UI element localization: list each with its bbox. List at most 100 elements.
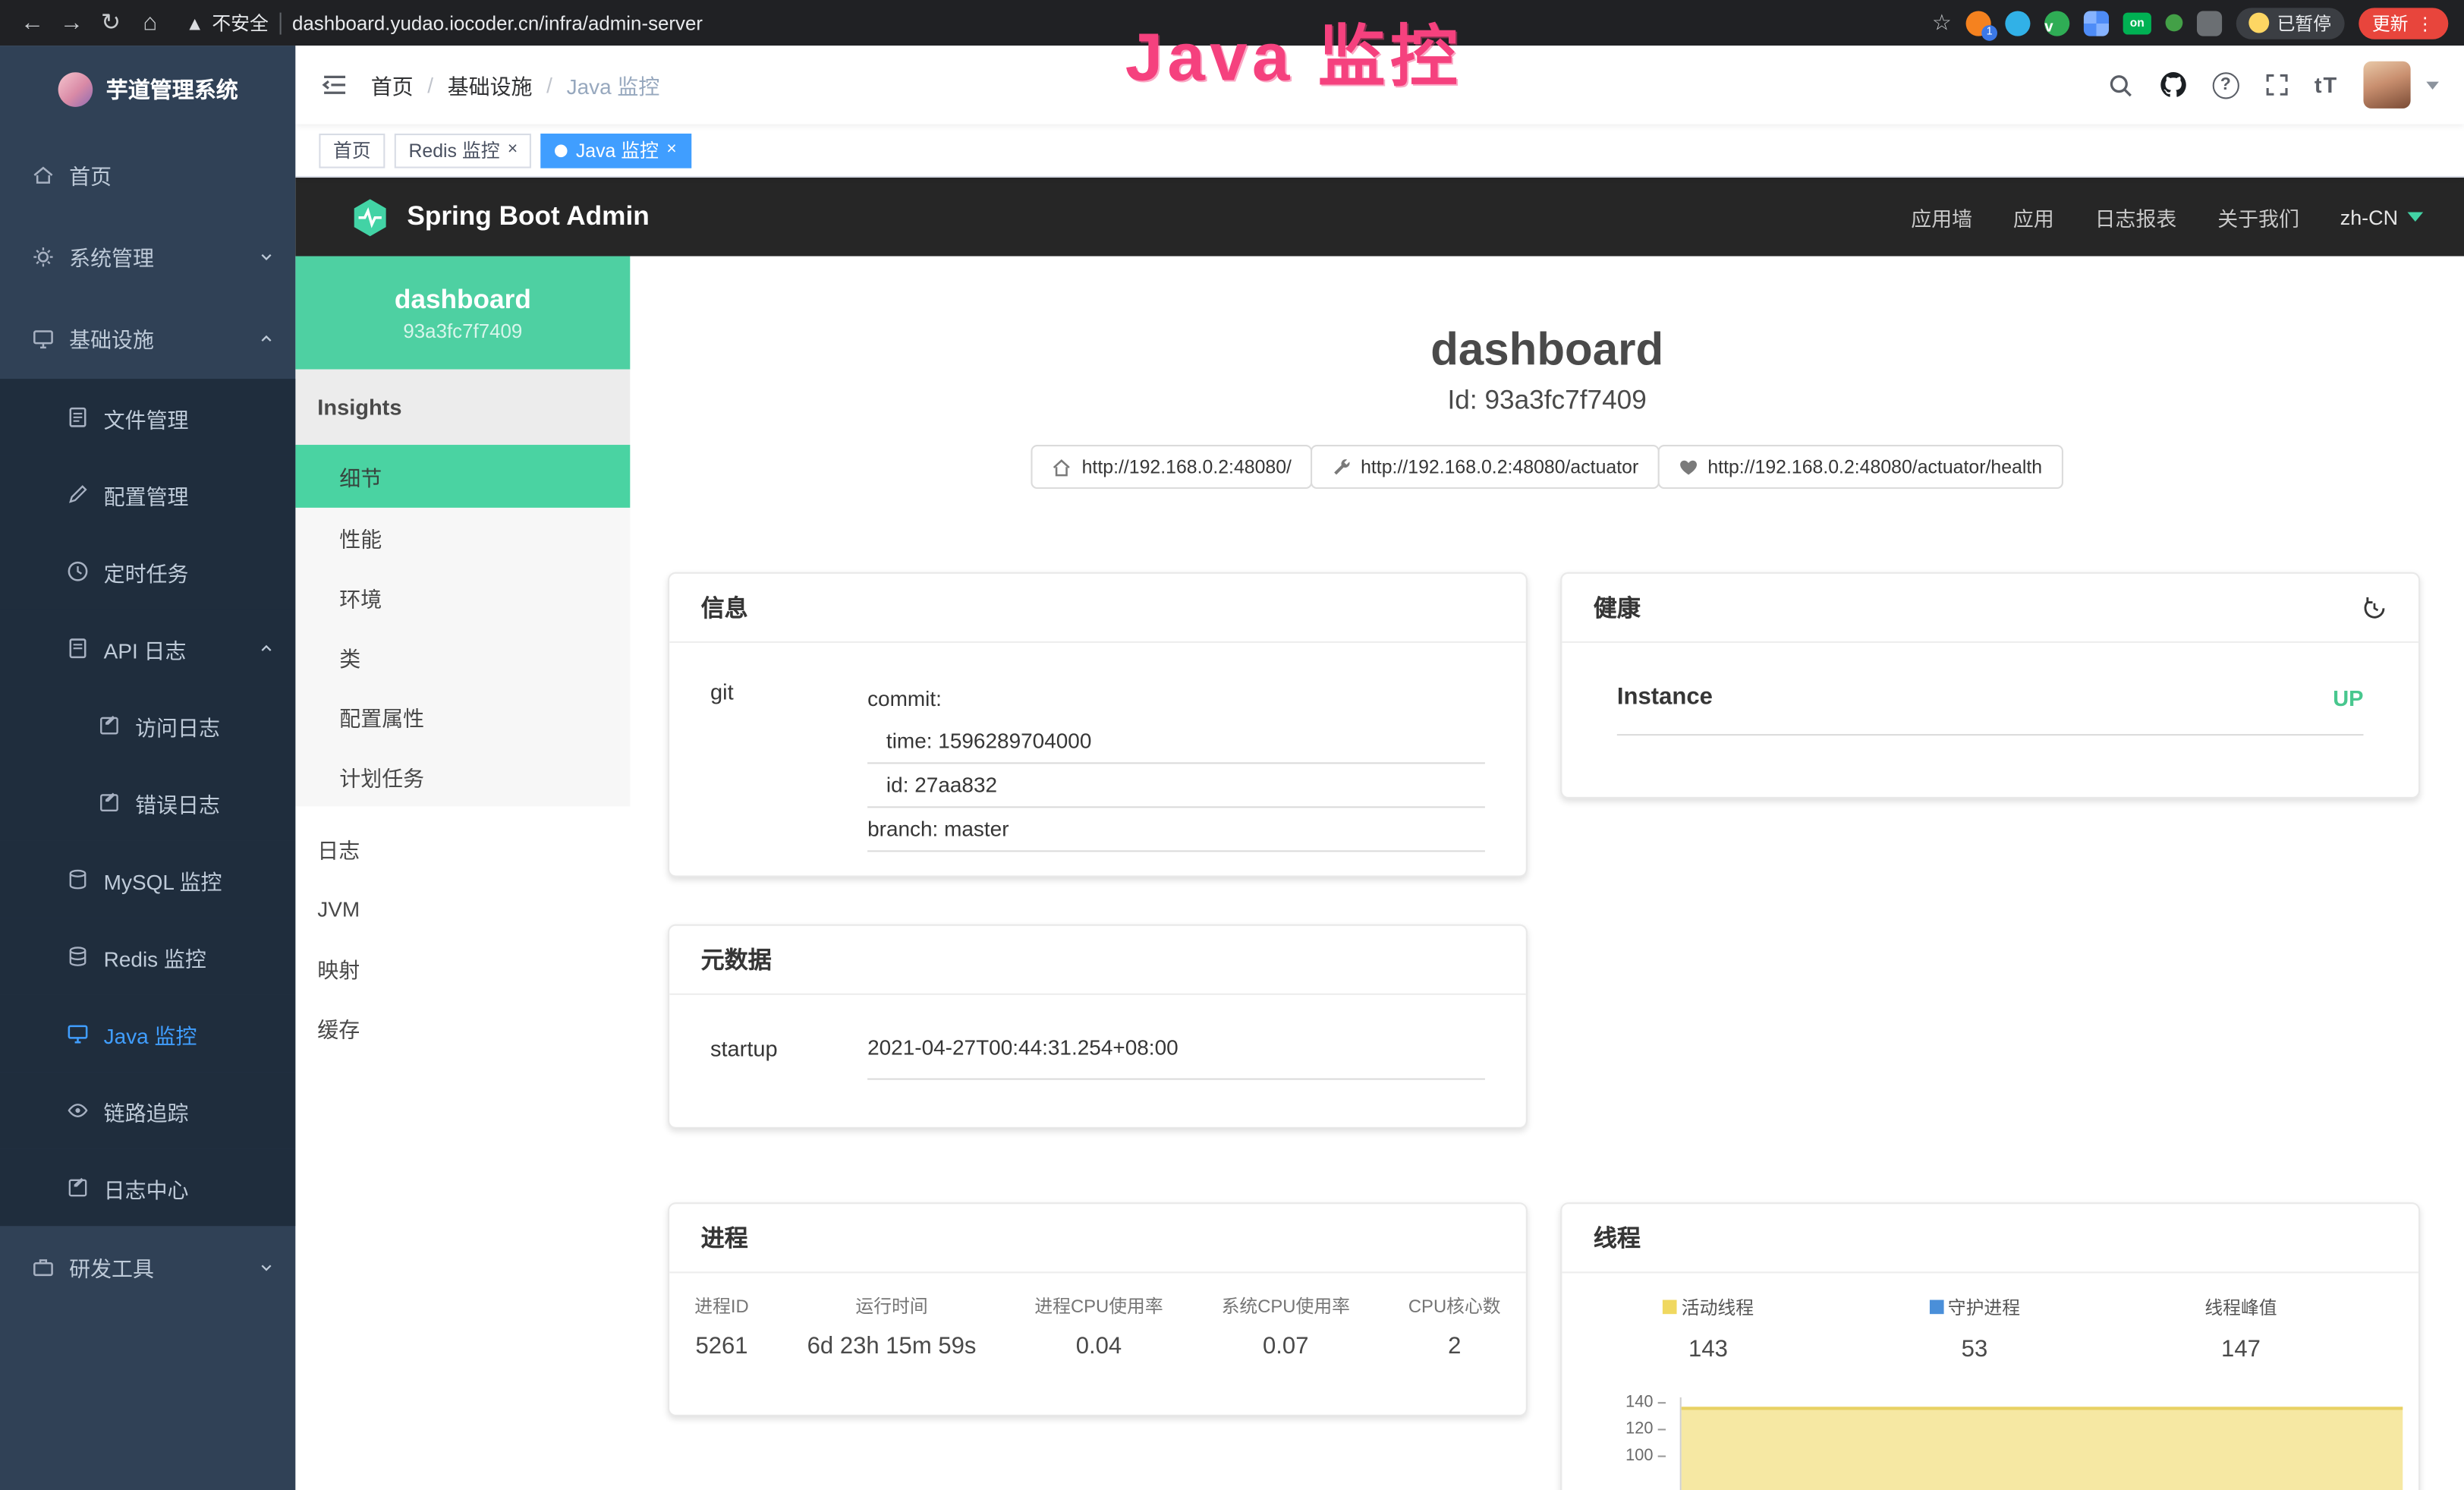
threads-chart: 140 120 100 <box>1562 1390 2418 1490</box>
sba-nav: 应用墙 应用 日志报表 关于我们 zh-CN <box>1911 202 2423 232</box>
back-icon[interactable]: ← <box>16 0 49 46</box>
app-logo[interactable]: 芋道管理系统 <box>0 46 295 134</box>
sba-item-logs[interactable]: 日志 <box>295 819 630 879</box>
sidebar-item-access-logs[interactable]: 访问日志 <box>0 687 295 764</box>
health-card-body: Instance UP <box>1562 643 2418 736</box>
sidebar-item-tracing[interactable]: 链路追踪 <box>0 1072 295 1148</box>
extension-leaf-icon[interactable] <box>2166 14 2183 32</box>
process-label: CPU核心数 <box>1408 1293 1501 1318</box>
url-text[interactable]: dashboard.yudao.iocoder.cn/infra/admin-s… <box>292 12 703 34</box>
reload-icon[interactable]: ↻ <box>94 0 127 46</box>
sidebar-item-api-logs[interactable]: API 日志 <box>0 610 295 686</box>
process-value: 5261 <box>694 1333 748 1359</box>
help-icon[interactable]: ? <box>2212 71 2239 98</box>
fullscreen-icon[interactable] <box>2264 72 2289 97</box>
search-icon[interactable] <box>2107 71 2133 98</box>
main-area: 首页 / 基础设施 / Java 监控 ? tT 首页 Redis <box>295 46 2464 1490</box>
sidebar-item-label: 定时任务 <box>104 556 189 587</box>
legend-peak-threads: 线程峰值 147 <box>2154 1293 2327 1362</box>
actuator-url-button[interactable]: http://192.168.0.2:48080/actuator <box>1311 445 1659 489</box>
sidebar-item-home[interactable]: 首页 <box>0 134 295 216</box>
locale-selector[interactable]: zh-CN <box>2340 205 2423 228</box>
tab-redis-monitor[interactable]: Redis 监控 × <box>395 133 532 168</box>
font-size-icon[interactable]: tT <box>2315 72 2339 97</box>
sidebar-item-label: 链路追踪 <box>104 1095 189 1126</box>
sidebar-item-log-center[interactable]: 日志中心 <box>0 1149 295 1226</box>
health-url-button[interactable]: http://192.168.0.2:48080/actuator/health <box>1657 445 2063 489</box>
sba-item-mappings[interactable]: 映射 <box>295 938 630 998</box>
sba-sidebar: dashboard 93a3fc7f7409 Insights 细节 性能 环境… <box>295 257 630 1490</box>
sidebar-item-java-monitor[interactable]: Java 监控 <box>0 995 295 1072</box>
sidebar-collapse-icon[interactable] <box>320 71 348 99</box>
live-threads-area <box>1682 1407 2403 1490</box>
breadcrumb-current: Java 监控 <box>567 69 660 100</box>
sba-item-metrics[interactable]: 性能 <box>295 508 630 568</box>
tab-java-monitor[interactable]: Java 监控 × <box>541 133 691 168</box>
sba-brand[interactable]: Spring Boot Admin <box>349 196 650 238</box>
chrome-update-button[interactable]: 更新 ⋮ <box>2358 7 2448 38</box>
extension-drop-icon[interactable] <box>2005 10 2030 35</box>
sidebar-item-redis-monitor[interactable]: Redis 监控 <box>0 918 295 994</box>
bookmark-star-icon[interactable]: ☆ <box>1932 9 1952 36</box>
sidebar-item-config-management[interactable]: 配置管理 <box>0 456 295 533</box>
sidebar-item-system[interactable]: 系统管理 <box>0 216 295 298</box>
monitor-icon <box>66 1022 90 1045</box>
kebab-menu-icon: ⋮ <box>2416 12 2434 34</box>
breadcrumb-infrastructure[interactable]: 基础设施 <box>448 69 533 100</box>
sba-item-classes[interactable]: 类 <box>295 627 630 687</box>
sidebar-item-dev-tools[interactable]: 研发工具 <box>0 1226 295 1308</box>
home-icon[interactable]: ⌂ <box>134 0 166 46</box>
service-url-button[interactable]: http://192.168.0.2:48080/ <box>1031 445 1312 489</box>
sidebar-item-file-management[interactable]: 文件管理 <box>0 379 295 455</box>
extension-v-icon[interactable]: v <box>2044 10 2069 35</box>
close-icon[interactable]: × <box>666 141 676 159</box>
paused-chip[interactable]: 已暂停 <box>2236 7 2344 38</box>
breadcrumb-home[interactable]: 首页 <box>371 69 414 100</box>
address-bar[interactable]: ▲ 不安全 dashboard.yudao.iocoder.cn/infra/a… <box>185 9 1925 36</box>
health-card: 健康 Instance UP <box>1560 572 2420 799</box>
sba-item-jvm[interactable]: JVM <box>295 879 630 939</box>
sba-nav-about[interactable]: 关于我们 <box>2217 202 2299 232</box>
toolbox-icon <box>31 1255 55 1279</box>
security-label: 不安全 <box>212 9 269 36</box>
sidebar-item-label: 访问日志 <box>135 710 220 741</box>
forward-icon[interactable]: → <box>55 0 87 46</box>
extension-on-icon[interactable]: on <box>2123 12 2151 34</box>
sba-nav-wallboard[interactable]: 应用墙 <box>1911 202 1972 232</box>
chevron-up-icon <box>258 329 275 347</box>
sidebar-item-mysql-monitor[interactable]: MySQL 监控 <box>0 841 295 918</box>
sba-item-environment[interactable]: 环境 <box>295 568 630 628</box>
home-icon <box>31 162 55 186</box>
sba-nav-applications[interactable]: 应用 <box>2013 202 2054 232</box>
process-card-header: 进程 <box>669 1204 1526 1273</box>
sidebar-item-label: API 日志 <box>104 632 187 663</box>
sidebar-item-infrastructure[interactable]: 基础设施 <box>0 297 295 379</box>
chevron-down-icon <box>2407 213 2423 222</box>
sidebar-item-scheduled-jobs[interactable]: 定时任务 <box>0 533 295 610</box>
extension-fox-icon[interactable]: 1 <box>1966 10 1991 35</box>
process-label: 运行时间 <box>807 1293 977 1318</box>
github-icon[interactable] <box>2159 71 2187 99</box>
sba-root-items: 日志 JVM 映射 缓存 <box>295 806 630 1057</box>
process-card-body: 进程ID 5261 运行时间 6d 23h 15m 59s 进程CPU使用率 0… <box>669 1273 1526 1359</box>
history-icon[interactable] <box>2362 595 2387 620</box>
avatar[interactable] <box>2363 61 2410 109</box>
extension-grid-icon[interactable] <box>2084 10 2109 35</box>
process-col-pid: 进程ID 5261 <box>694 1293 748 1359</box>
edit-square-icon <box>66 1176 90 1199</box>
sidebar-item-error-logs[interactable]: 错误日志 <box>0 764 295 840</box>
legend-value: 143 <box>1622 1336 1795 1362</box>
close-icon[interactable]: × <box>508 141 518 159</box>
sba-item-config-props[interactable]: 配置属性 <box>295 687 630 747</box>
sba-nav-log-report[interactable]: 日志报表 <box>2095 202 2177 232</box>
sba-item-caches[interactable]: 缓存 <box>295 998 630 1058</box>
sba-instance-header[interactable]: dashboard 93a3fc7f7409 <box>295 257 630 370</box>
sba-item-details[interactable]: 细节 <box>295 445 630 508</box>
caret-down-icon <box>2426 81 2439 89</box>
annotation-text: Java 监控 <box>1125 3 1462 100</box>
sba-item-scheduled-tasks[interactable]: 计划任务 <box>295 747 630 807</box>
extensions-puzzle-icon[interactable] <box>2197 10 2222 35</box>
tab-home[interactable]: 首页 <box>319 133 385 168</box>
security-warning[interactable]: ▲ 不安全 <box>185 9 269 36</box>
breadcrumb-separator: / <box>546 73 552 96</box>
